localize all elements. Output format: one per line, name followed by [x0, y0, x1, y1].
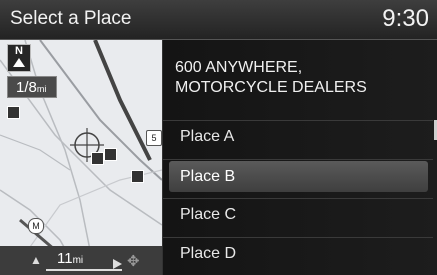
poi-icon[interactable]: [91, 152, 104, 165]
clock: 9:30: [382, 5, 429, 32]
map-scale-button[interactable]: 1/8mi: [7, 76, 57, 98]
list-item-place-c[interactable]: Place C: [169, 199, 428, 230]
compass-icon: ✥: [127, 253, 140, 270]
place-list-panel: 600 ANYWHERE, MOTORCYCLE DEALERS Place A…: [162, 40, 437, 275]
page-title: Select a Place: [10, 8, 132, 29]
north-up-icon[interactable]: N: [7, 44, 31, 72]
header-category: MOTORCYCLE DEALERS: [175, 79, 367, 96]
map-scale-unit: mi: [36, 84, 47, 94]
road-shield: M: [28, 218, 44, 234]
poi-icon[interactable]: [131, 170, 144, 183]
poi-icon[interactable]: [104, 148, 117, 161]
list-item-place-b[interactable]: Place B: [169, 161, 428, 192]
navigation-screen: Select a Place 9:30 N 1/8mi 5 M ▲ 11mi ✥…: [0, 0, 437, 275]
map-scale-value: 1/8: [16, 79, 37, 96]
header-address: 600 ANYWHERE,: [175, 59, 303, 76]
map-view[interactable]: N 1/8mi 5 M ▲ 11mi ✥: [0, 40, 162, 275]
list-item-place-d[interactable]: Place D: [169, 238, 428, 269]
poi-icon[interactable]: [7, 106, 20, 119]
divider: [163, 159, 433, 160]
list-item-place-a[interactable]: Place A: [169, 121, 428, 152]
a-icon: ▲: [30, 253, 42, 267]
road-shield: 5: [146, 130, 162, 146]
distance-line: [46, 269, 122, 271]
route-distance-bar: ▲ 11mi ✥: [0, 246, 162, 275]
title-bar: Select a Place 9:30: [0, 0, 437, 40]
direction-arrow-icon: [113, 259, 122, 269]
list-header: 600 ANYWHERE, MOTORCYCLE DEALERS: [175, 58, 367, 98]
distance-readout: 11mi: [57, 250, 84, 267]
